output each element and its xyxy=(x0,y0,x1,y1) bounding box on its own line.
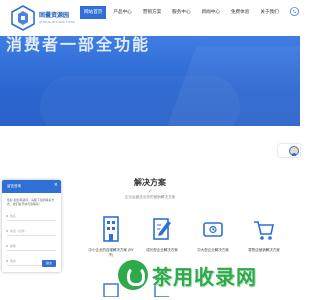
title-divider-icon xyxy=(148,189,152,193)
solution-card-retail[interactable]: 零售店营销解决方案 xyxy=(240,215,288,258)
email-field-placeholder: 邮箱 xyxy=(10,244,16,249)
office-building-icon xyxy=(103,216,119,242)
nav-item-news[interactable]: 新闻中心 xyxy=(198,6,224,19)
customer-service-avatar xyxy=(289,145,299,156)
solution-card-small-business[interactable]: 中小企业的自媒解决方案 (BY不) xyxy=(87,215,135,258)
nav-item-products[interactable]: 产品中心 xyxy=(109,6,135,19)
watermark-logo-icon xyxy=(118,260,148,290)
document-edit-icon xyxy=(153,218,171,240)
name-field[interactable]: 姓名 xyxy=(6,212,56,222)
site-watermark: 茶用收录网 xyxy=(118,260,257,290)
solution-card-growth[interactable]: 成长型企业解决方案 xyxy=(138,215,186,258)
message-panel-title: 留言咨询 xyxy=(7,184,21,188)
nav-item-solutions[interactable]: 营销方案 xyxy=(139,6,165,19)
solution-card-label: 中大型企业解决方案 xyxy=(197,248,229,252)
watermark-text: 茶用收录网 xyxy=(152,264,257,289)
solution-card-enterprise[interactable]: 中大型企业解决方案 xyxy=(189,215,237,258)
nav-item-service[interactable]: 服务中心 xyxy=(168,6,194,19)
user-icon xyxy=(6,215,8,218)
message-panel-header: 留言咨询 × xyxy=(2,180,61,193)
solution-cards: 中小企业的自媒解决方案 (BY不) 成长型企业解决方案 中大型企业解决方案 零售… xyxy=(87,215,291,258)
name-field-placeholder: 姓名 xyxy=(10,214,16,219)
banner-decoration-stripe xyxy=(163,46,300,126)
nav-item-about[interactable]: 关于我们 xyxy=(256,6,282,19)
logo-name: 固畫资源园 xyxy=(39,12,70,19)
phone-field[interactable]: 电话（必填） xyxy=(6,227,56,237)
message-field-placeholder: 留言 xyxy=(10,259,16,264)
banner-headline: 消费者一部全功能 xyxy=(6,36,151,54)
hero-banner: 消费者一部全功能 xyxy=(0,36,300,126)
email-field[interactable]: 邮箱 xyxy=(6,242,56,252)
message-panel: 留言咨询 × 您好,如您有疑问，请留下您的联系方式，我们会尽快与您联系！ 姓名 … xyxy=(2,180,61,272)
submit-button[interactable]: 提交 xyxy=(42,260,56,267)
shopping-cart-icon xyxy=(254,221,274,240)
phone-field-placeholder: 电话（必填） xyxy=(10,229,28,234)
solution-card-label: 中小企业的自媒解决方案 (BY不) xyxy=(88,248,134,257)
message-panel-greeting: 您好,如您有疑问，请留下您的联系方式，我们会尽快与您联系！ xyxy=(7,198,55,207)
nav-item-home[interactable]: 网站首页 xyxy=(80,6,107,19)
logo-mark-icon xyxy=(11,5,35,31)
comment-icon xyxy=(6,260,8,263)
monitor-icon xyxy=(203,222,223,237)
phone-icon xyxy=(290,6,299,16)
solution-card-label: 零售店营销解决方案 xyxy=(248,248,280,252)
solution-card-label: 成长型企业解决方案 xyxy=(146,248,178,252)
phone-contact[interactable] xyxy=(290,3,300,19)
close-icon[interactable]: × xyxy=(54,183,58,188)
site-logo[interactable]: 固畫资源园 GUHUA ZIYUAN YUAN xyxy=(11,5,75,31)
site-header: 固畫资源园 GUHUA ZIYUAN YUAN 网站首页 产品中心 营销方案 服… xyxy=(0,0,300,36)
nav-item-free-trial[interactable]: 免费体验 xyxy=(227,6,253,19)
online-service-button[interactable] xyxy=(278,144,300,157)
main-nav: 网站首页 产品中心 营销方案 服务中心 新闻中心 免费体验 关于我们 xyxy=(80,6,286,19)
mail-icon xyxy=(6,245,8,248)
phone-icon xyxy=(6,230,8,233)
logo-subtitle: GUHUA ZIYUAN YUAN xyxy=(39,20,75,24)
